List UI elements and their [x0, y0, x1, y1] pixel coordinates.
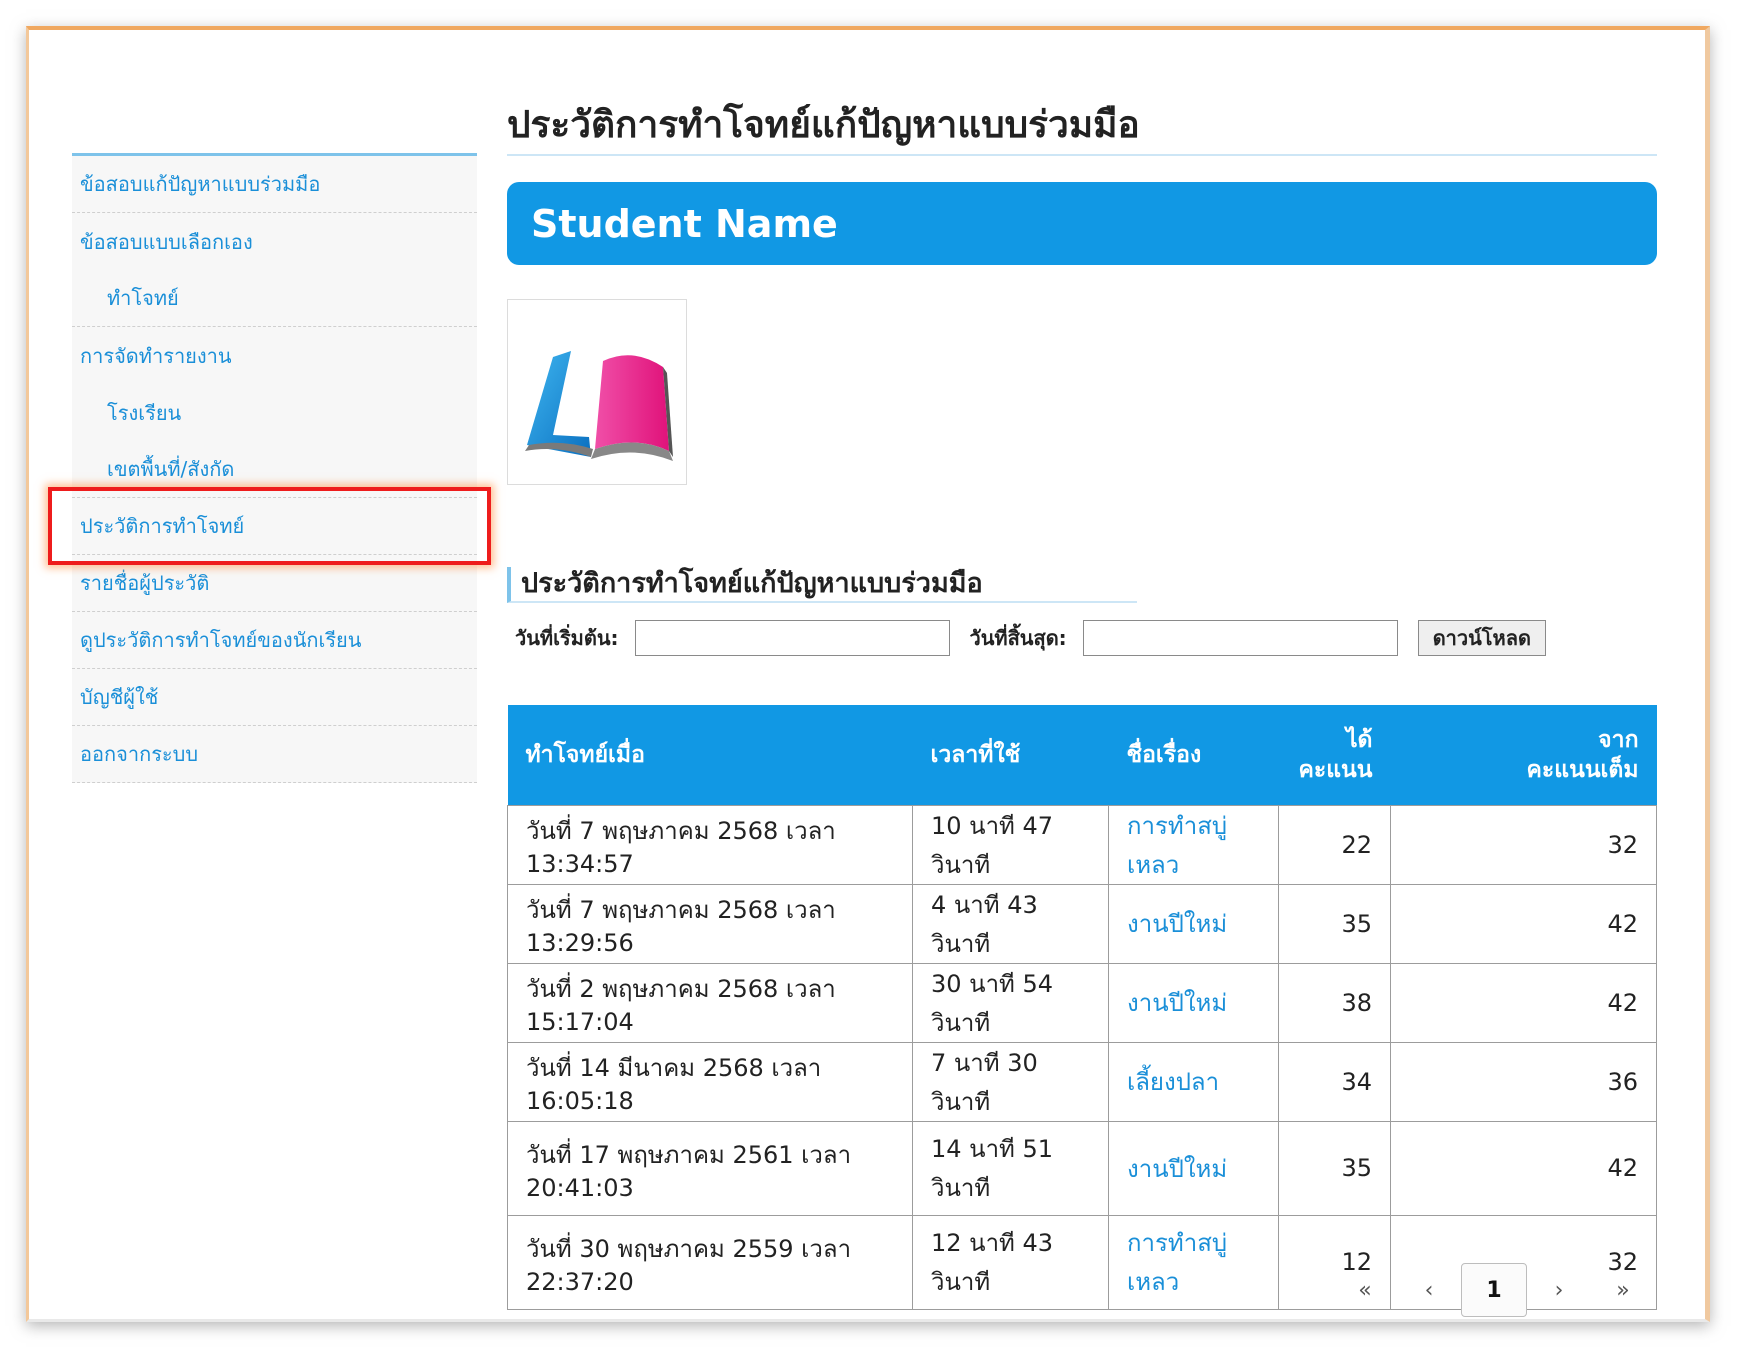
pagination: « ‹ 1 › »: [1333, 1263, 1655, 1317]
student-name-banner: Student Name: [507, 182, 1657, 265]
cell-topic-link[interactable]: งานปีใหม่: [1108, 962, 1279, 1043]
cell-topic-link[interactable]: การทำสบู่เหลว: [1108, 804, 1279, 885]
table-header-row: ทำโจทย์เมื่อ เวลาที่ใช้ ชื่อเรื่อง ได้ ค…: [507, 705, 1657, 805]
col-score: ได้ คะแนน: [1278, 705, 1391, 805]
cell-topic-link[interactable]: เลี้ยงปลา: [1108, 1041, 1279, 1122]
cell-topic-link[interactable]: งานปีใหม่: [1108, 883, 1279, 964]
current-page-button[interactable]: 1: [1461, 1263, 1527, 1317]
cell-time-used: 12 นาที 43 วินาที: [912, 1214, 1109, 1310]
cell-score: 35: [1278, 1120, 1391, 1216]
col-score-line1: ได้: [1345, 726, 1373, 753]
first-page-button[interactable]: «: [1333, 1264, 1397, 1316]
col-when: ทำโจทย์เมื่อ: [507, 705, 913, 805]
col-full-score: จาก คะแนนเต็ม: [1390, 705, 1657, 805]
cell-when: วันที่ 7 พฤษภาคม 2568 เวลา 13:29:56: [507, 883, 913, 964]
cell-score: 34: [1278, 1041, 1391, 1122]
sidebar-nav: ข้อสอบแก้ปัญหาแบบร่วมมือ ข้อสอบแบบเลือกเ…: [72, 153, 477, 783]
cell-when: วันที่ 17 พฤษภาคม 2561 เวลา 20:41:03: [507, 1120, 913, 1216]
page-title: ประวัติการทำโจทย์แก้ปัญหาแบบร่วมมือ: [507, 100, 1657, 156]
table-row: วันที่ 7 พฤษภาคม 2568 เวลา 13:29:56 4 นา…: [507, 883, 1657, 964]
logo-frame: [507, 299, 687, 485]
cell-topic-link[interactable]: งานปีใหม่: [1108, 1120, 1279, 1216]
book-logo-icon: [525, 351, 673, 461]
cell-time-used: 14 นาที 51 วินาที: [912, 1120, 1109, 1216]
cell-full-score: 32: [1390, 804, 1657, 885]
cell-score: 38: [1278, 962, 1391, 1043]
start-date-label: วันที่เริ่มต้น:: [515, 626, 619, 650]
history-table: ทำโจทย์เมื่อ เวลาที่ใช้ ชื่อเรื่อง ได้ ค…: [507, 705, 1657, 1310]
section-title: ประวัติการทำโจทย์แก้ปัญหาแบบร่วมมือ: [507, 567, 1137, 603]
main-content: ประวัติการทำโจทย์แก้ปัญหาแบบร่วมมือ Stud…: [507, 100, 1657, 1310]
cell-score: 22: [1278, 804, 1391, 885]
sidebar-item-student-history[interactable]: ดูประวัติการทำโจทย์ของนักเรียน: [72, 612, 477, 669]
cell-full-score: 42: [1390, 962, 1657, 1043]
sidebar-item-self-select-exams[interactable]: ข้อสอบแบบเลือกเอง: [72, 213, 477, 270]
cell-when: วันที่ 14 มีนาคม 2568 เวลา 16:05:18: [507, 1041, 913, 1122]
table-row: วันที่ 17 พฤษภาคม 2561 เวลา 20:41:03 14 …: [507, 1120, 1657, 1216]
end-date-input[interactable]: [1082, 620, 1398, 656]
cell-when: วันที่ 30 พฤษภาคม 2559 เวลา 22:37:20: [507, 1214, 913, 1310]
cell-full-score: 42: [1390, 883, 1657, 964]
highlight-annotation: [48, 487, 491, 565]
cell-time-used: 7 นาที 30 วินาที: [912, 1041, 1109, 1122]
col-time-used: เวลาที่ใช้: [912, 705, 1109, 805]
sidebar-item-reports[interactable]: การจัดทำรายงาน: [72, 327, 477, 384]
next-page-button[interactable]: ›: [1527, 1264, 1591, 1316]
cell-when: วันที่ 2 พฤษภาคม 2568 เวลา 15:17:04: [507, 962, 913, 1043]
cell-full-score: 42: [1390, 1120, 1657, 1216]
sidebar-item-user-account[interactable]: บัญชีผู้ใช้: [72, 669, 477, 726]
table-row: วันที่ 7 พฤษภาคม 2568 เวลา 13:34:57 10 น…: [507, 804, 1657, 885]
cell-time-used: 30 นาที 54 วินาที: [912, 962, 1109, 1043]
cell-score: 35: [1278, 883, 1391, 964]
cell-time-used: 4 นาที 43 วินาที: [912, 883, 1109, 964]
sidebar-item-do-exercise[interactable]: ทำโจทย์: [72, 270, 477, 327]
download-button[interactable]: ดาวน์โหลด: [1417, 620, 1546, 656]
date-filter-bar: วันที่เริ่มต้น: วันที่สิ้นสุด: ดาวน์โหลด: [507, 619, 1657, 657]
col-full-line2: คะแนนเต็ม: [1526, 756, 1639, 783]
cell-full-score: 36: [1390, 1041, 1657, 1122]
sidebar-item-logout[interactable]: ออกจากระบบ: [72, 726, 477, 783]
student-name: Student Name: [531, 201, 838, 246]
prev-page-button[interactable]: ‹: [1397, 1264, 1461, 1316]
col-topic: ชื่อเรื่อง: [1108, 705, 1279, 805]
table-row: วันที่ 14 มีนาคม 2568 เวลา 16:05:18 7 นา…: [507, 1041, 1657, 1122]
cell-topic-link[interactable]: การทำสบู่เหลว: [1108, 1214, 1279, 1310]
sidebar-item-collaborative-exams[interactable]: ข้อสอบแก้ปัญหาแบบร่วมมือ: [72, 156, 477, 213]
col-full-line1: จาก: [1598, 726, 1639, 753]
last-page-button[interactable]: »: [1591, 1264, 1655, 1316]
col-score-line2: คะแนน: [1298, 756, 1373, 783]
table-row: วันที่ 2 พฤษภาคม 2568 เวลา 15:17:04 30 น…: [507, 962, 1657, 1043]
end-date-label: วันที่สิ้นสุด:: [969, 626, 1067, 650]
cell-when: วันที่ 7 พฤษภาคม 2568 เวลา 13:34:57: [507, 804, 913, 885]
cell-time-used: 10 นาที 47 วินาที: [912, 804, 1109, 885]
start-date-input[interactable]: [634, 620, 950, 656]
sidebar-item-school[interactable]: โรงเรียน: [72, 384, 477, 441]
